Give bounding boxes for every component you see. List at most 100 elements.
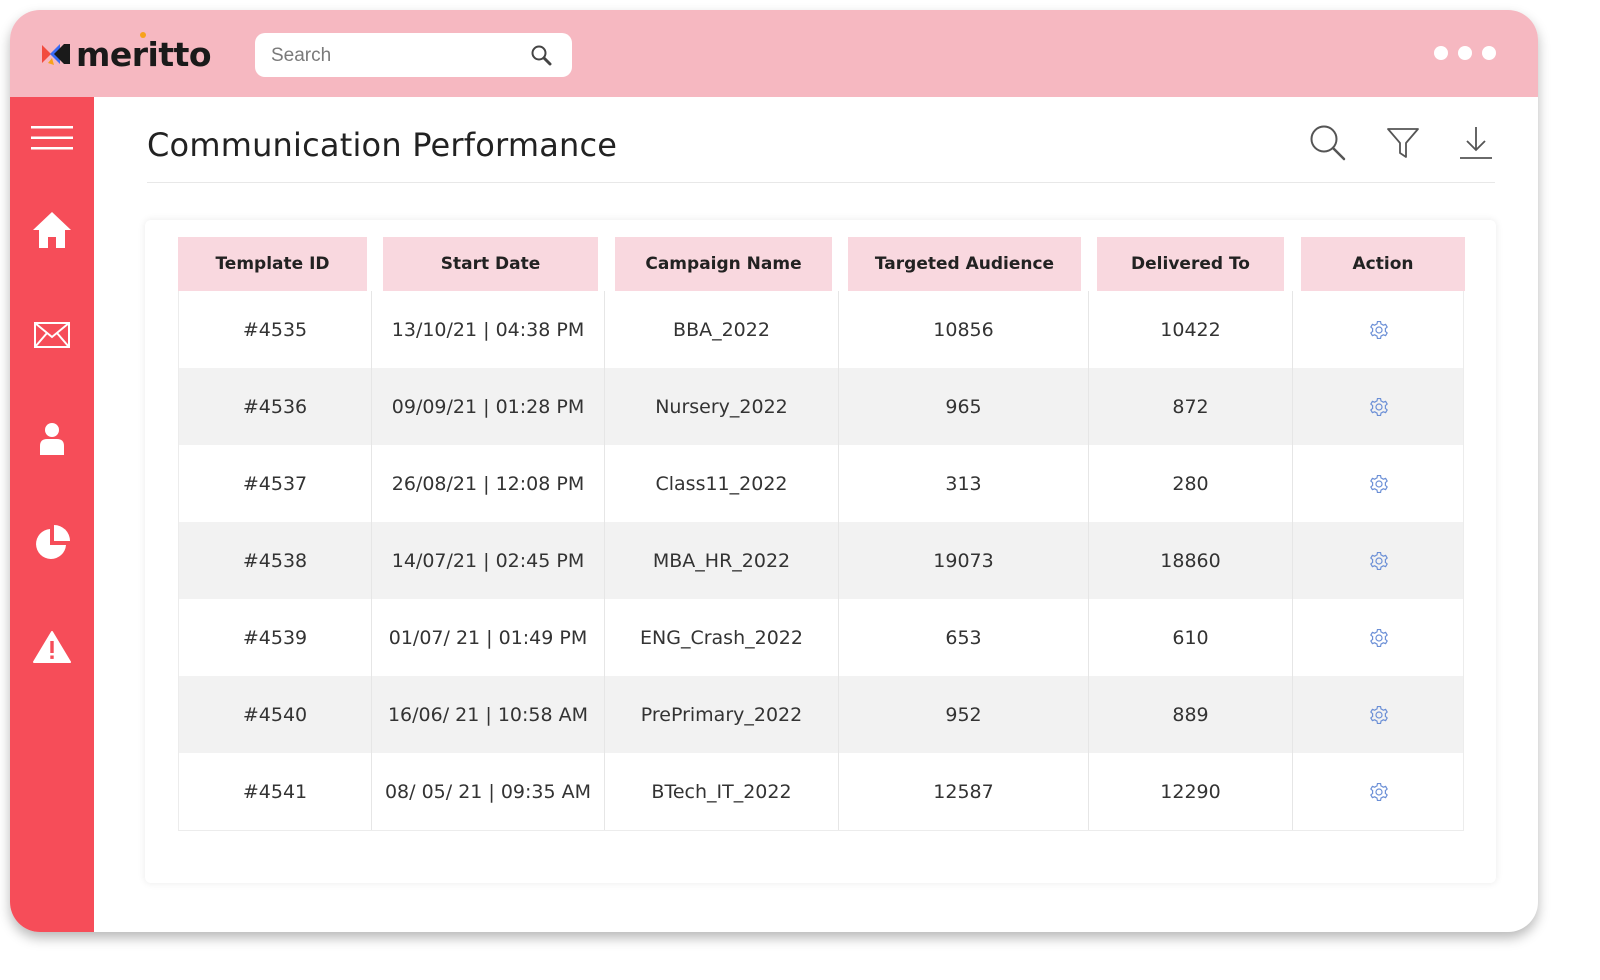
sidebar-item-user[interactable]	[10, 414, 94, 464]
divider	[147, 182, 1495, 183]
table-card: Template ID Start Date Campaign Name Tar…	[145, 220, 1496, 883]
table-row[interactable]: #4536 09/09/21 | 01:28 PM Nursery_2022 9…	[179, 368, 1463, 445]
gear-icon[interactable]	[1368, 627, 1390, 649]
cell-targeted-audience: 10856	[839, 291, 1089, 368]
cell-campaign-name: BBA_2022	[605, 291, 839, 368]
cell-campaign-name: BTech_IT_2022	[605, 753, 839, 830]
cell-campaign-name: Class11_2022	[605, 445, 839, 522]
cell-targeted-audience: 313	[839, 445, 1089, 522]
logo-text: meritto	[76, 34, 212, 74]
sidebar	[10, 97, 94, 932]
table-body: #4535 13/10/21 | 04:38 PM BBA_2022 10856…	[178, 291, 1464, 831]
search-input[interactable]	[269, 33, 523, 79]
app-window: meritto Search Communication Performance…	[10, 10, 1538, 932]
gear-icon[interactable]	[1368, 396, 1390, 418]
cell-delivered-to: 10422	[1089, 291, 1293, 368]
cell-action	[1293, 291, 1464, 368]
table-row[interactable]: #4540 16/06/ 21 | 10:58 AM PrePrimary_20…	[179, 676, 1463, 753]
table-row[interactable]: #4539 01/07/ 21 | 01:49 PM ENG_Crash_202…	[179, 599, 1463, 676]
top-bar: meritto	[10, 10, 1538, 97]
cell-targeted-audience: 952	[839, 676, 1089, 753]
search-icon	[1310, 125, 1346, 161]
cell-start-date: 08/ 05/ 21 | 09:35 AM	[372, 753, 605, 830]
cell-start-date: 16/06/ 21 | 10:58 AM	[372, 676, 605, 753]
cell-template-id: #4538	[179, 522, 372, 599]
dot-icon	[1482, 46, 1496, 60]
warning-icon	[33, 631, 71, 663]
home-icon	[33, 212, 71, 248]
cell-targeted-audience: 965	[839, 368, 1089, 445]
cell-campaign-name: ENG_Crash_2022	[605, 599, 839, 676]
cell-campaign-name: PrePrimary_2022	[605, 676, 839, 753]
search-icon[interactable]	[530, 44, 552, 66]
mail-icon	[34, 322, 70, 348]
logo-mark-icon	[42, 44, 70, 65]
cell-template-id: #4540	[179, 676, 372, 753]
cell-delivered-to: 12290	[1089, 753, 1293, 830]
cell-delivered-to: 889	[1089, 676, 1293, 753]
search-button[interactable]	[1308, 123, 1348, 163]
gear-icon[interactable]	[1368, 781, 1390, 803]
cell-start-date: 13/10/21 | 04:38 PM	[372, 291, 605, 368]
menu-icon	[31, 126, 73, 150]
sidebar-item-alerts[interactable]	[10, 622, 94, 672]
pie-chart-icon	[36, 525, 70, 559]
dot-icon	[1458, 46, 1472, 60]
column-header-delivered-to[interactable]: Delivered To	[1097, 237, 1284, 291]
cell-delivered-to: 280	[1089, 445, 1293, 522]
performance-table: Template ID Start Date Campaign Name Tar…	[178, 237, 1465, 831]
cell-campaign-name: MBA_HR_2022	[605, 522, 839, 599]
cell-campaign-name: Nursery_2022	[605, 368, 839, 445]
filter-button[interactable]	[1383, 123, 1423, 163]
cell-action	[1293, 522, 1464, 599]
cell-action	[1293, 676, 1464, 753]
column-header-template-id[interactable]: Template ID	[178, 237, 367, 291]
cell-delivered-to: 872	[1089, 368, 1293, 445]
table-row[interactable]: #4541 08/ 05/ 21 | 09:35 AM BTech_IT_202…	[179, 753, 1463, 830]
cell-start-date: 01/07/ 21 | 01:49 PM	[372, 599, 605, 676]
gear-icon[interactable]	[1368, 550, 1390, 572]
column-header-campaign-name[interactable]: Campaign Name	[615, 237, 832, 291]
table-row[interactable]: #4538 14/07/21 | 02:45 PM MBA_HR_2022 19…	[179, 522, 1463, 599]
cell-action	[1293, 445, 1464, 522]
table-row[interactable]: #4537 26/08/21 | 12:08 PM Class11_2022 3…	[179, 445, 1463, 522]
table-row[interactable]: #4535 13/10/21 | 04:38 PM BBA_2022 10856…	[179, 291, 1463, 368]
table-header: Template ID Start Date Campaign Name Tar…	[178, 237, 1465, 291]
cell-template-id: #4537	[179, 445, 372, 522]
gear-icon[interactable]	[1368, 704, 1390, 726]
column-header-targeted-audience[interactable]: Targeted Audience	[848, 237, 1081, 291]
filter-icon	[1387, 128, 1419, 158]
more-options-button[interactable]	[1434, 46, 1496, 60]
sidebar-item-home[interactable]	[10, 205, 94, 255]
sidebar-menu-button[interactable]	[10, 113, 94, 163]
dot-icon	[1434, 46, 1448, 60]
cell-delivered-to: 18860	[1089, 522, 1293, 599]
cell-targeted-audience: 653	[839, 599, 1089, 676]
download-button[interactable]	[1456, 123, 1496, 163]
logo[interactable]: meritto	[40, 32, 212, 76]
cell-action	[1293, 599, 1464, 676]
cell-action	[1293, 753, 1464, 830]
sidebar-item-analytics[interactable]	[10, 518, 94, 568]
cell-template-id: #4535	[179, 291, 372, 368]
cell-template-id: #4541	[179, 753, 372, 830]
page-title: Communication Performance	[147, 126, 618, 164]
cell-start-date: 26/08/21 | 12:08 PM	[372, 445, 605, 522]
user-icon	[40, 423, 64, 455]
column-header-start-date[interactable]: Start Date	[383, 237, 598, 291]
sidebar-item-mail[interactable]	[10, 310, 94, 360]
cell-template-id: #4536	[179, 368, 372, 445]
logo-accent-dot	[140, 32, 146, 38]
cell-start-date: 09/09/21 | 01:28 PM	[372, 368, 605, 445]
cell-targeted-audience: 12587	[839, 753, 1089, 830]
column-header-action: Action	[1301, 237, 1465, 291]
search-box[interactable]	[255, 33, 572, 79]
gear-icon[interactable]	[1368, 473, 1390, 495]
cell-template-id: #4539	[179, 599, 372, 676]
cell-start-date: 14/07/21 | 02:45 PM	[372, 522, 605, 599]
cell-delivered-to: 610	[1089, 599, 1293, 676]
cell-action	[1293, 368, 1464, 445]
gear-icon[interactable]	[1368, 319, 1390, 341]
cell-targeted-audience: 19073	[839, 522, 1089, 599]
download-icon	[1460, 127, 1492, 159]
